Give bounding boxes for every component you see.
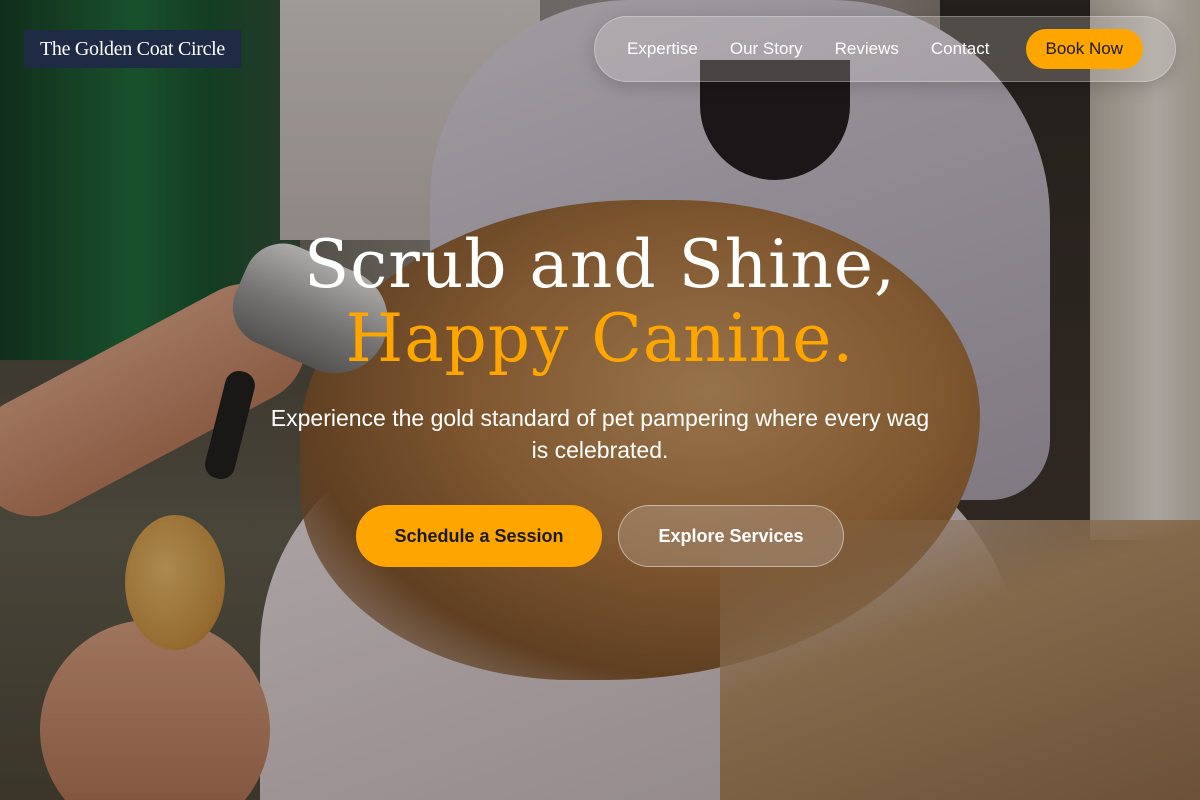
explore-services-button[interactable]: Explore Services <box>618 505 844 567</box>
nav-link-our-story[interactable]: Our Story <box>730 39 803 59</box>
brand-logo[interactable]: The Golden Coat Circle <box>24 30 242 68</box>
nav-link-reviews[interactable]: Reviews <box>835 39 899 59</box>
nav-link-expertise[interactable]: Expertise <box>627 39 698 59</box>
hero-background-image <box>0 0 1200 800</box>
main-navigation: Expertise Our Story Reviews Contact Book… <box>594 16 1176 82</box>
hero-heading-line-1: Scrub and Shine, <box>304 226 896 303</box>
nav-link-contact[interactable]: Contact <box>931 39 990 59</box>
hero-heading: Scrub and Shine, Happy Canine. <box>0 228 1200 376</box>
hero-subtitle: Experience the gold standard of pet pamp… <box>270 405 930 463</box>
book-now-button[interactable]: Book Now <box>1025 29 1143 69</box>
hero-dark-overlay <box>0 0 1200 800</box>
schedule-session-button[interactable]: Schedule a Session <box>356 505 602 567</box>
hero-heading-line-2: Happy Canine. <box>345 300 855 377</box>
